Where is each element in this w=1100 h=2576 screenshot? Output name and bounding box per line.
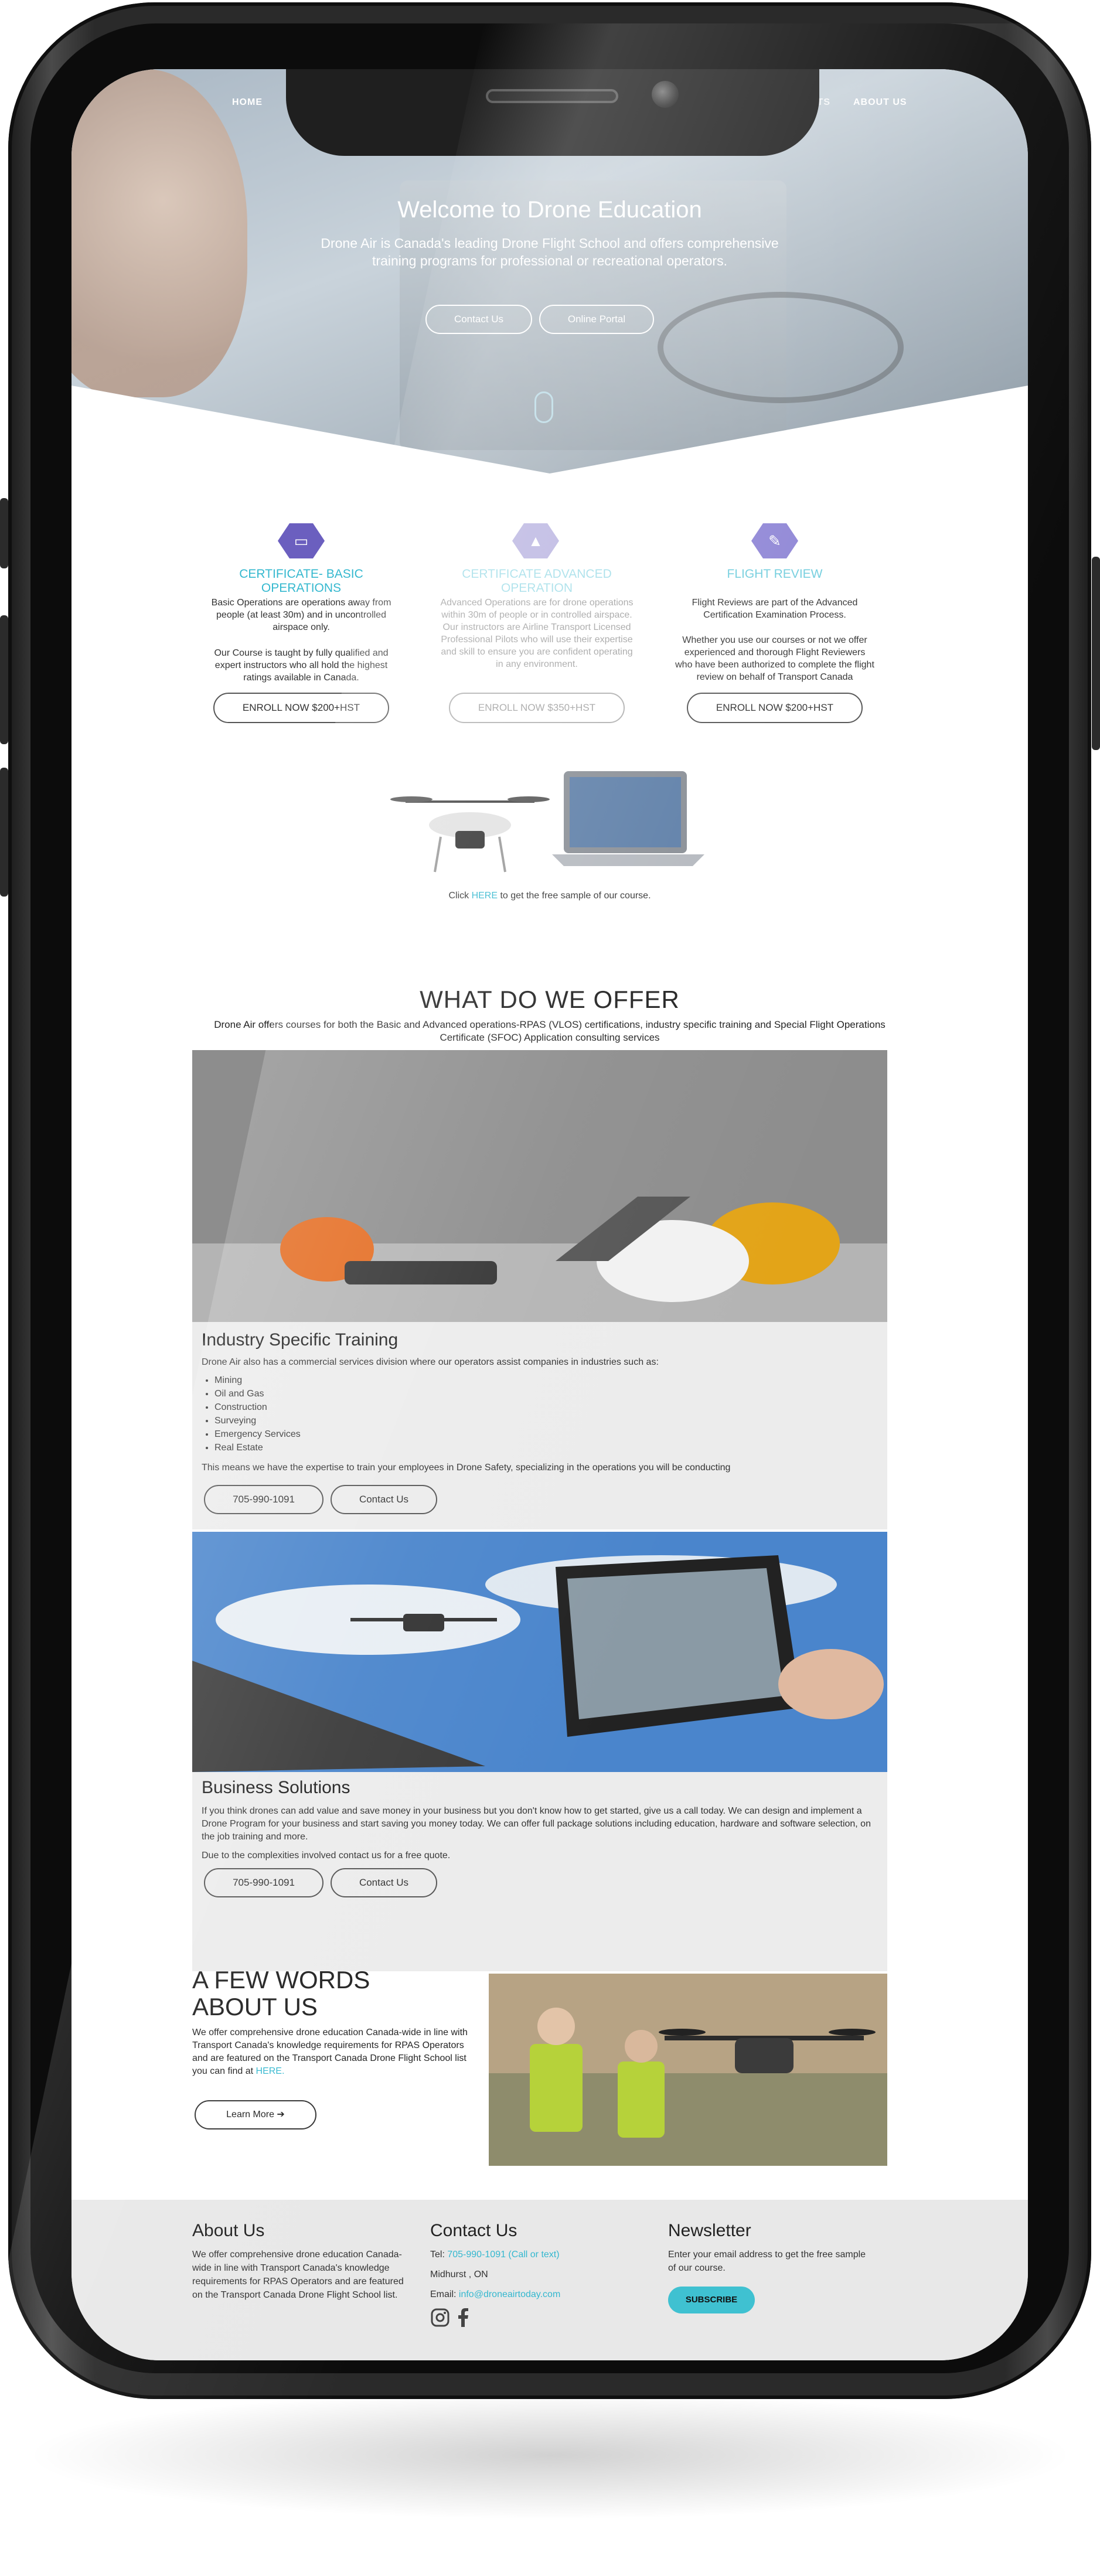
list-item: Surveying bbox=[214, 1414, 876, 1427]
mockup-stage: HOME CTS ABOUT US Welcome to Drone Educa… bbox=[0, 0, 1100, 2576]
phone-notch bbox=[286, 69, 819, 156]
business-text1: If you think drones can add value and sa… bbox=[202, 1806, 871, 1842]
industry-contact-button[interactable]: Contact Us bbox=[331, 1485, 437, 1514]
hero-subtitle: Drone Air is Canada's leading Drone Flig… bbox=[321, 236, 779, 268]
volume-up-button bbox=[0, 615, 8, 744]
about-here-link[interactable]: HERE. bbox=[256, 2066, 285, 2076]
sample-prefix: Click bbox=[448, 891, 472, 901]
feature-basic-title: CERTIFICATE- BASIC OPERATIONS bbox=[239, 567, 363, 595]
footer-location: Midhurst , ON bbox=[430, 2270, 488, 2279]
hero-title: Welcome to Drone Education bbox=[397, 197, 702, 223]
facebook-icon[interactable] bbox=[456, 2308, 470, 2328]
learn-more-button[interactable]: Learn More ➔ bbox=[195, 2100, 316, 2129]
hero-contact-button[interactable]: Contact Us bbox=[425, 305, 532, 334]
free-sample-line: Click HERE to get the free sample of our… bbox=[71, 891, 1028, 901]
industry-title: Industry Specific Training bbox=[202, 1330, 399, 1350]
business-title: Business Solutions bbox=[202, 1778, 350, 1797]
footer-about-text: We offer comprehensive drone education C… bbox=[192, 2250, 404, 2300]
footer-newsletter-text: Enter your email address to get the free… bbox=[668, 2250, 866, 2273]
feature-flight-review-text2: Whether you use our courses or not we of… bbox=[675, 635, 874, 682]
footer-contact-title: Contact Us bbox=[430, 2221, 517, 2240]
business-contact-button[interactable]: Contact Us bbox=[331, 1868, 437, 1897]
industry-closing: This means we have the expertise to trai… bbox=[202, 1463, 731, 1473]
nav-home[interactable]: HOME bbox=[232, 97, 263, 108]
volume-down-button bbox=[0, 768, 8, 897]
about-us-image bbox=[489, 1974, 887, 2166]
scroll-down-icon[interactable] bbox=[534, 391, 553, 423]
offer-title: WHAT DO WE OFFER bbox=[420, 986, 680, 1013]
laptop-icon: ▭ bbox=[278, 523, 325, 558]
industry-intro: Drone Air also has a commercial services… bbox=[202, 1357, 659, 1367]
phone-screen: HOME CTS ABOUT US Welcome to Drone Educa… bbox=[71, 69, 1028, 2360]
business-text2: Due to the complexities involved contact… bbox=[202, 1851, 451, 1861]
business-phone-button[interactable]: 705-990-1091 bbox=[204, 1868, 323, 1897]
about-text: We offer comprehensive drone education C… bbox=[192, 2026, 468, 2078]
feature-flight-review-text1: Flight Reviews are part of the Advanced … bbox=[692, 598, 858, 620]
enroll-basic-button[interactable]: ENROLL NOW $200+HST bbox=[213, 693, 389, 723]
about-body: We offer comprehensive drone education C… bbox=[192, 2028, 468, 2076]
sample-suffix: to get the free sample of our course. bbox=[498, 891, 651, 901]
tel-label: Tel: bbox=[430, 2250, 448, 2260]
graduation-cap-icon: ▲ bbox=[512, 523, 559, 558]
feature-advanced-text1: Advanced Operations are for drone operat… bbox=[440, 598, 634, 669]
industry-training-image bbox=[192, 1050, 887, 1322]
instagram-icon[interactable] bbox=[430, 2308, 450, 2328]
feature-advanced-title: CERTIFICATE ADVANCED OPERATION bbox=[462, 567, 612, 595]
mute-switch bbox=[0, 498, 8, 568]
list-item: Construction bbox=[214, 1401, 876, 1414]
email-link[interactable]: info@droneairtoday.com bbox=[459, 2289, 560, 2299]
list-item: Oil and Gas bbox=[214, 1387, 876, 1401]
industry-phone-button[interactable]: 705-990-1091 bbox=[204, 1485, 323, 1514]
offer-text: Drone Air offers courses for both the Ba… bbox=[214, 1019, 886, 1043]
hero-person-image bbox=[71, 69, 247, 397]
hero-drone-image bbox=[658, 292, 904, 403]
phone-shadow bbox=[23, 2391, 1077, 2520]
speaker-grille bbox=[486, 89, 618, 103]
footer-tel: Tel: 705-990-1091 (Call or text) bbox=[430, 2248, 653, 2261]
feature-basic-text2: Our Course is taught by fully qualified … bbox=[214, 648, 389, 683]
nav-about-us[interactable]: ABOUT US bbox=[853, 97, 907, 108]
business-solutions-image bbox=[192, 1532, 887, 1772]
feature-basic-text1: Basic Operations are operations away fro… bbox=[211, 598, 391, 632]
subscribe-button[interactable]: SUBSCRIBE bbox=[668, 2287, 755, 2313]
list-item: Emergency Services bbox=[214, 1427, 876, 1441]
email-label: Email: bbox=[430, 2289, 459, 2299]
edit-icon: ✎ bbox=[751, 523, 798, 558]
footer-about-title: About Us bbox=[192, 2221, 265, 2240]
drone-laptop-image bbox=[390, 771, 704, 873]
power-button bbox=[1092, 557, 1100, 750]
hero-online-portal-button[interactable]: Online Portal bbox=[539, 305, 654, 334]
enroll-advanced-button[interactable]: ENROLL NOW $350+HST bbox=[449, 693, 625, 723]
industry-list: Mining Oil and Gas Construction Surveyin… bbox=[202, 1374, 876, 1454]
enroll-flight-review-button[interactable]: ENROLL NOW $200+HST bbox=[687, 693, 863, 723]
footer-newsletter-title: Newsletter bbox=[668, 2221, 751, 2240]
about-title: A FEW WORDS ABOUT US bbox=[192, 1966, 370, 2020]
feature-flight-review-title: FLIGHT REVIEW bbox=[727, 567, 823, 581]
list-item: Real Estate bbox=[214, 1441, 876, 1454]
sample-here-link[interactable]: HERE bbox=[472, 891, 498, 901]
tel-link[interactable]: 705-990-1091 (Call or text) bbox=[447, 2250, 559, 2260]
list-item: Mining bbox=[214, 1374, 876, 1387]
front-camera bbox=[652, 81, 679, 108]
footer-email: Email: info@droneairtoday.com bbox=[430, 2288, 653, 2301]
